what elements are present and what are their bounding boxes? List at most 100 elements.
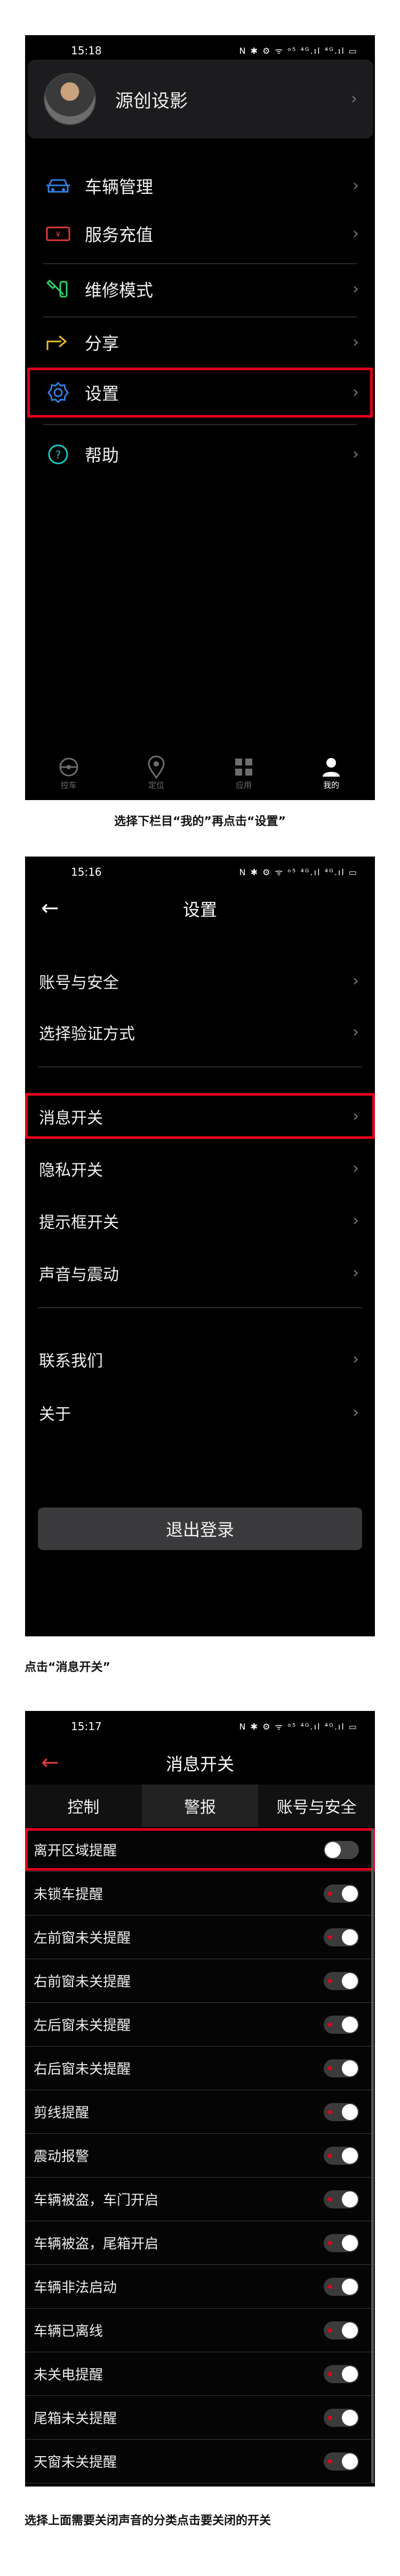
tab-location[interactable]: 定位 <box>124 755 188 790</box>
status-time: 15:16 <box>71 866 102 878</box>
screen-settings: 15:16 N ✱ ⚙ ᯤ ᵒ⁵ ⁴ᴳ.ıl ⁴ᴳ.ıl ▭ ← 设置 账号与安… <box>25 857 375 1636</box>
toggle-indicator <box>328 2197 332 2202</box>
switch-toggle[interactable] <box>324 2365 359 2383</box>
switch-toggle[interactable] <box>324 2321 359 2339</box>
chevron-right-icon: › <box>353 1403 359 1422</box>
settings-item-about[interactable]: 关于 › <box>25 1387 375 1438</box>
settings-label: 选择验证方式 <box>39 1025 135 1044</box>
settings-item-verification-method[interactable]: 选择验证方式 › <box>25 1007 375 1058</box>
toggle-indicator <box>328 1935 332 1939</box>
chevron-right-icon: › <box>353 176 359 195</box>
status-icons: N ✱ ⚙ ᯤ ᵒ⁵ ⁴ᴳ.ıl ⁴ᴳ.ıl ▭ <box>239 867 358 877</box>
switch-label: 右前窗未关提醒 <box>34 1974 131 1990</box>
location-pin-icon <box>146 755 167 779</box>
scrollbar[interactable] <box>371 1828 374 2483</box>
settings-item-contact-us[interactable]: 联系我们 › <box>25 1334 375 1385</box>
menu-item-service-recharge[interactable]: ¥ 服务充值 › <box>25 210 375 258</box>
apps-grid-icon <box>233 755 254 779</box>
wrench-icon <box>43 276 73 303</box>
toggle-knob <box>342 2366 358 2382</box>
screen-message-switch: 15:17 N ✱ ⚙ ᯤ ᵒ⁵ ⁴ᴳ.ıl ⁴ᴳ.ıl ▭ ← 消息开关 控制… <box>25 1711 375 2487</box>
divider <box>43 424 357 425</box>
switch-label: 未锁车提醒 <box>34 1887 103 1903</box>
tab-alarm[interactable]: 警报 <box>141 1784 259 1827</box>
switch-toggle[interactable] <box>324 1928 359 1946</box>
switch-row: 右前窗未关提醒 <box>25 1959 375 2003</box>
toggle-knob <box>342 2235 358 2251</box>
switch-row: 车辆已离线 <box>25 2309 375 2352</box>
profile-name: 源创设影 <box>115 90 188 112</box>
switch-toggle[interactable] <box>324 2278 359 2296</box>
settings-label: 账号与安全 <box>39 974 119 992</box>
back-arrow-icon[interactable]: ← <box>41 896 59 920</box>
switch-toggle[interactable] <box>324 2409 359 2427</box>
switch-label: 车辆被盗，车门开启 <box>34 2192 159 2208</box>
toggle-indicator <box>328 2328 332 2333</box>
switch-toggle[interactable] <box>324 2059 359 2077</box>
tab-apps[interactable]: 应用 <box>212 755 276 790</box>
toggle-indicator <box>328 2023 332 2027</box>
switch-toggle[interactable] <box>324 2190 359 2208</box>
switch-toggle[interactable] <box>324 2452 359 2471</box>
settings-item-sound-vibration[interactable]: 声音与震动 › <box>25 1248 375 1299</box>
switch-label: 震动报警 <box>34 2149 90 2165</box>
switch-toggle[interactable] <box>324 2016 359 2034</box>
switch-toggle[interactable] <box>324 2103 359 2121</box>
switch-label: 左前窗未关提醒 <box>34 1930 131 1946</box>
switch-row: 震动报警 <box>25 2134 375 2178</box>
toggle-knob <box>342 2148 358 2164</box>
status-bar: 15:17 N ✱ ⚙ ᯤ ᵒ⁵ ⁴ᴳ.ıl ⁴ᴳ.ıl ▭ <box>25 1711 375 1742</box>
back-arrow-icon[interactable]: ← <box>41 1750 59 1775</box>
menu-label: 车辆管理 <box>85 177 154 197</box>
toggle-knob <box>342 2104 358 2120</box>
svg-text:¥: ¥ <box>56 231 61 239</box>
nav-bar: ← 消息开关 <box>25 1742 375 1784</box>
divider <box>43 316 357 317</box>
profile-card[interactable]: 源创设影 › <box>28 60 373 138</box>
switch-row: 天窗未关提醒 <box>25 2440 375 2483</box>
tab-control[interactable]: 控制 <box>25 1784 142 1827</box>
menu-item-help[interactable]: ? 帮助 › <box>25 430 375 478</box>
switch-label: 左后窗未关提醒 <box>34 2018 131 2034</box>
toggle-indicator <box>328 1979 332 1983</box>
switch-row: 左后窗未关提醒 <box>25 2003 375 2047</box>
tab-account-security[interactable]: 账号与安全 <box>258 1784 375 1827</box>
car-icon <box>43 173 73 199</box>
switch-label: 车辆已离线 <box>34 2324 103 2339</box>
switch-row: 剪线提醒 <box>25 2090 375 2134</box>
switch-label: 车辆非法启动 <box>34 2280 117 2296</box>
category-tabs: 控制 警报 账号与安全 <box>25 1784 375 1827</box>
highlight-box-leave-area <box>25 1828 375 1871</box>
divider <box>38 1066 362 1067</box>
menu-item-share[interactable]: 分享 › <box>25 319 375 366</box>
settings-label: 联系我们 <box>39 1352 103 1371</box>
menu-item-maintenance-mode[interactable]: 维修模式 › <box>25 265 375 313</box>
settings-item-account-security[interactable]: 账号与安全 › <box>25 956 375 1007</box>
tab-mine[interactable]: 我的 <box>299 755 363 790</box>
switch-toggle[interactable] <box>324 1885 359 1903</box>
tab-label: 控车 <box>60 780 77 790</box>
status-icons: N ✱ ⚙ ᯤ ᵒ⁵ ⁴ᴳ.ıl ⁴ᴳ.ıl ▭ <box>239 46 358 56</box>
switch-toggle[interactable] <box>324 1972 359 1990</box>
menu-label: 分享 <box>85 333 119 354</box>
divider <box>43 263 357 264</box>
page-title: 消息开关 <box>165 1754 234 1774</box>
caption-step-3: 选择上面需要关闭声音的分类点击要关闭的开关 <box>25 2514 271 2528</box>
tab-label: 应用 <box>235 780 252 790</box>
settings-label: 提示框开关 <box>39 1213 119 1232</box>
settings-item-privacy-switch[interactable]: 隐私开关 › <box>25 1143 375 1194</box>
menu-item-vehicle-management[interactable]: 车辆管理 › <box>25 162 375 210</box>
chevron-right-icon: › <box>353 972 359 990</box>
menu-label: 服务充值 <box>85 225 154 245</box>
settings-item-prompt-switch[interactable]: 提示框开关 › <box>25 1195 375 1246</box>
toggle-knob <box>342 1973 358 1989</box>
switch-row: 车辆被盗，车门开启 <box>25 2178 375 2221</box>
screen-my-profile: 15:18 N ✱ ⚙ ᯤ ᵒ⁵ ⁴ᴳ.ıl ⁴ᴳ.ıl ▭ 源创设影 › 车辆… <box>25 35 375 800</box>
page-title: 设置 <box>182 900 217 920</box>
switch-toggle[interactable] <box>324 2234 359 2252</box>
switch-toggle[interactable] <box>324 2147 359 2165</box>
logout-button[interactable]: 退出登录 <box>38 1507 362 1550</box>
person-icon <box>321 755 342 779</box>
toggle-knob <box>342 1886 358 1902</box>
tab-car-control[interactable]: 控车 <box>37 755 101 790</box>
